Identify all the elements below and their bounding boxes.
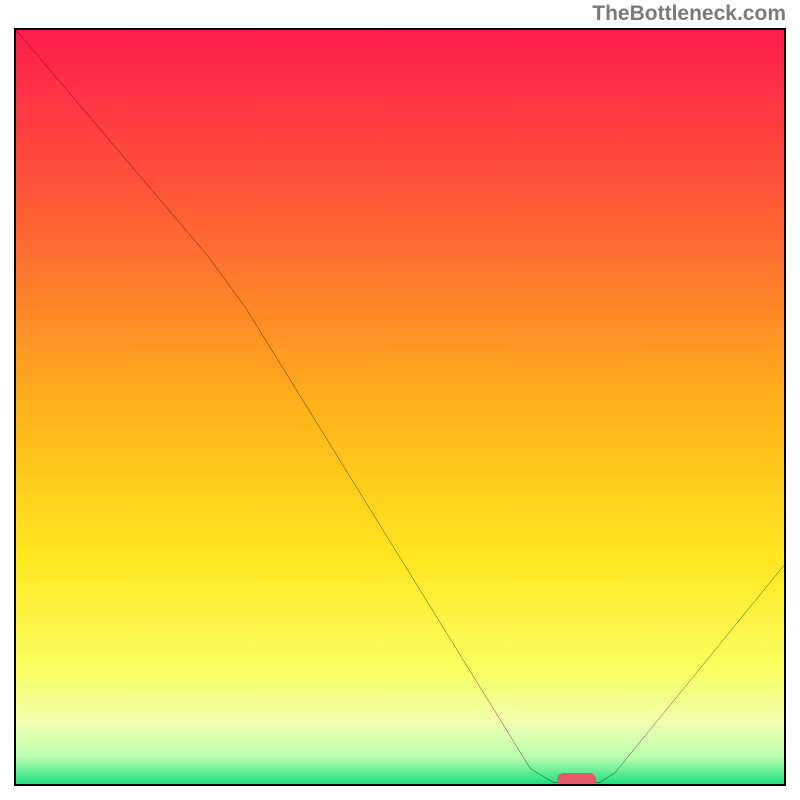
bottleneck-curve [16, 30, 784, 784]
optimal-marker [557, 773, 595, 785]
watermark-text: TheBottleneck.com [592, 2, 786, 26]
chart-frame [14, 28, 786, 786]
